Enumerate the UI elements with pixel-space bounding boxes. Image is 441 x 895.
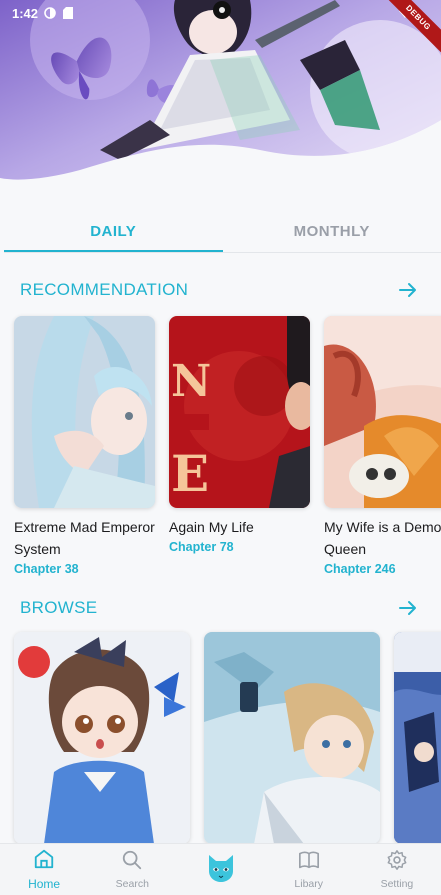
browse-header: BROWSE [20, 594, 420, 622]
tab-daily[interactable]: DAILY [4, 208, 223, 254]
tab-monthly[interactable]: MONTHLY [223, 208, 441, 254]
recommendation-more-arrow-icon[interactable] [396, 278, 420, 302]
book-icon [298, 849, 320, 876]
bottom-navigation: Home Search Libary Setting [0, 843, 441, 895]
comic-title: My Wife is a Demon Queen [324, 519, 441, 557]
sd-card-icon [62, 7, 74, 19]
svg-text:N: N [171, 356, 211, 407]
gear-icon [386, 849, 408, 876]
recommendation-header: RECOMMENDATION [20, 276, 420, 304]
recommendation-card[interactable]: N E Again My Life Chapter 78 [169, 316, 310, 554]
tabs-divider [4, 252, 441, 253]
comic-cover[interactable] [324, 316, 441, 508]
period-tabs: DAILY MONTHLY [4, 208, 441, 254]
comic-title: Extreme Mad Emperor System [14, 519, 155, 557]
browse-title: BROWSE [20, 598, 98, 617]
recommendation-title: RECOMMENDATION [20, 280, 189, 299]
nav-center-logo[interactable] [176, 844, 264, 895]
nav-search-label: Search [115, 878, 149, 890]
search-icon [121, 849, 143, 876]
comic-cover[interactable]: N E [169, 316, 310, 508]
hero-banner: 1:42 DEBUG [0, 0, 441, 200]
nav-library-label: Libary [294, 878, 324, 890]
data-saver-icon [44, 7, 56, 19]
nav-library[interactable]: Libary [265, 844, 353, 895]
svg-text:E: E [171, 444, 209, 503]
comic-title: Again My Life [169, 519, 254, 535]
browse-card[interactable] [14, 632, 190, 844]
recommendation-card[interactable]: My Wife is a Demon Queen Chapter 246 [324, 316, 441, 576]
recommendation-card[interactable]: Extreme Mad Emperor System Chapter 38 [14, 316, 155, 576]
comic-chapter: Chapter 246 [324, 562, 396, 576]
nav-home[interactable]: Home [0, 844, 88, 895]
nav-search[interactable]: Search [88, 844, 176, 895]
comic-cover[interactable] [14, 316, 155, 508]
nav-setting[interactable]: Setting [353, 844, 441, 895]
nav-setting-label: Setting [380, 878, 414, 890]
browse-more-arrow-icon[interactable] [396, 596, 420, 620]
app-screen: 1:42 DEBUG DAILY MONTHLY RECOMMENDATION [0, 0, 441, 895]
nav-home-label: Home [28, 877, 61, 891]
comic-chapter: Chapter 78 [169, 540, 234, 554]
browse-card[interactable] [394, 632, 441, 844]
status-bar: 1:42 [0, 0, 441, 26]
home-icon [33, 848, 55, 875]
hero-illustration [0, 0, 441, 180]
status-time: 1:42 [12, 5, 39, 21]
browse-card[interactable] [204, 632, 380, 844]
cat-logo-icon [205, 851, 237, 888]
comic-chapter: Chapter 38 [14, 562, 79, 576]
